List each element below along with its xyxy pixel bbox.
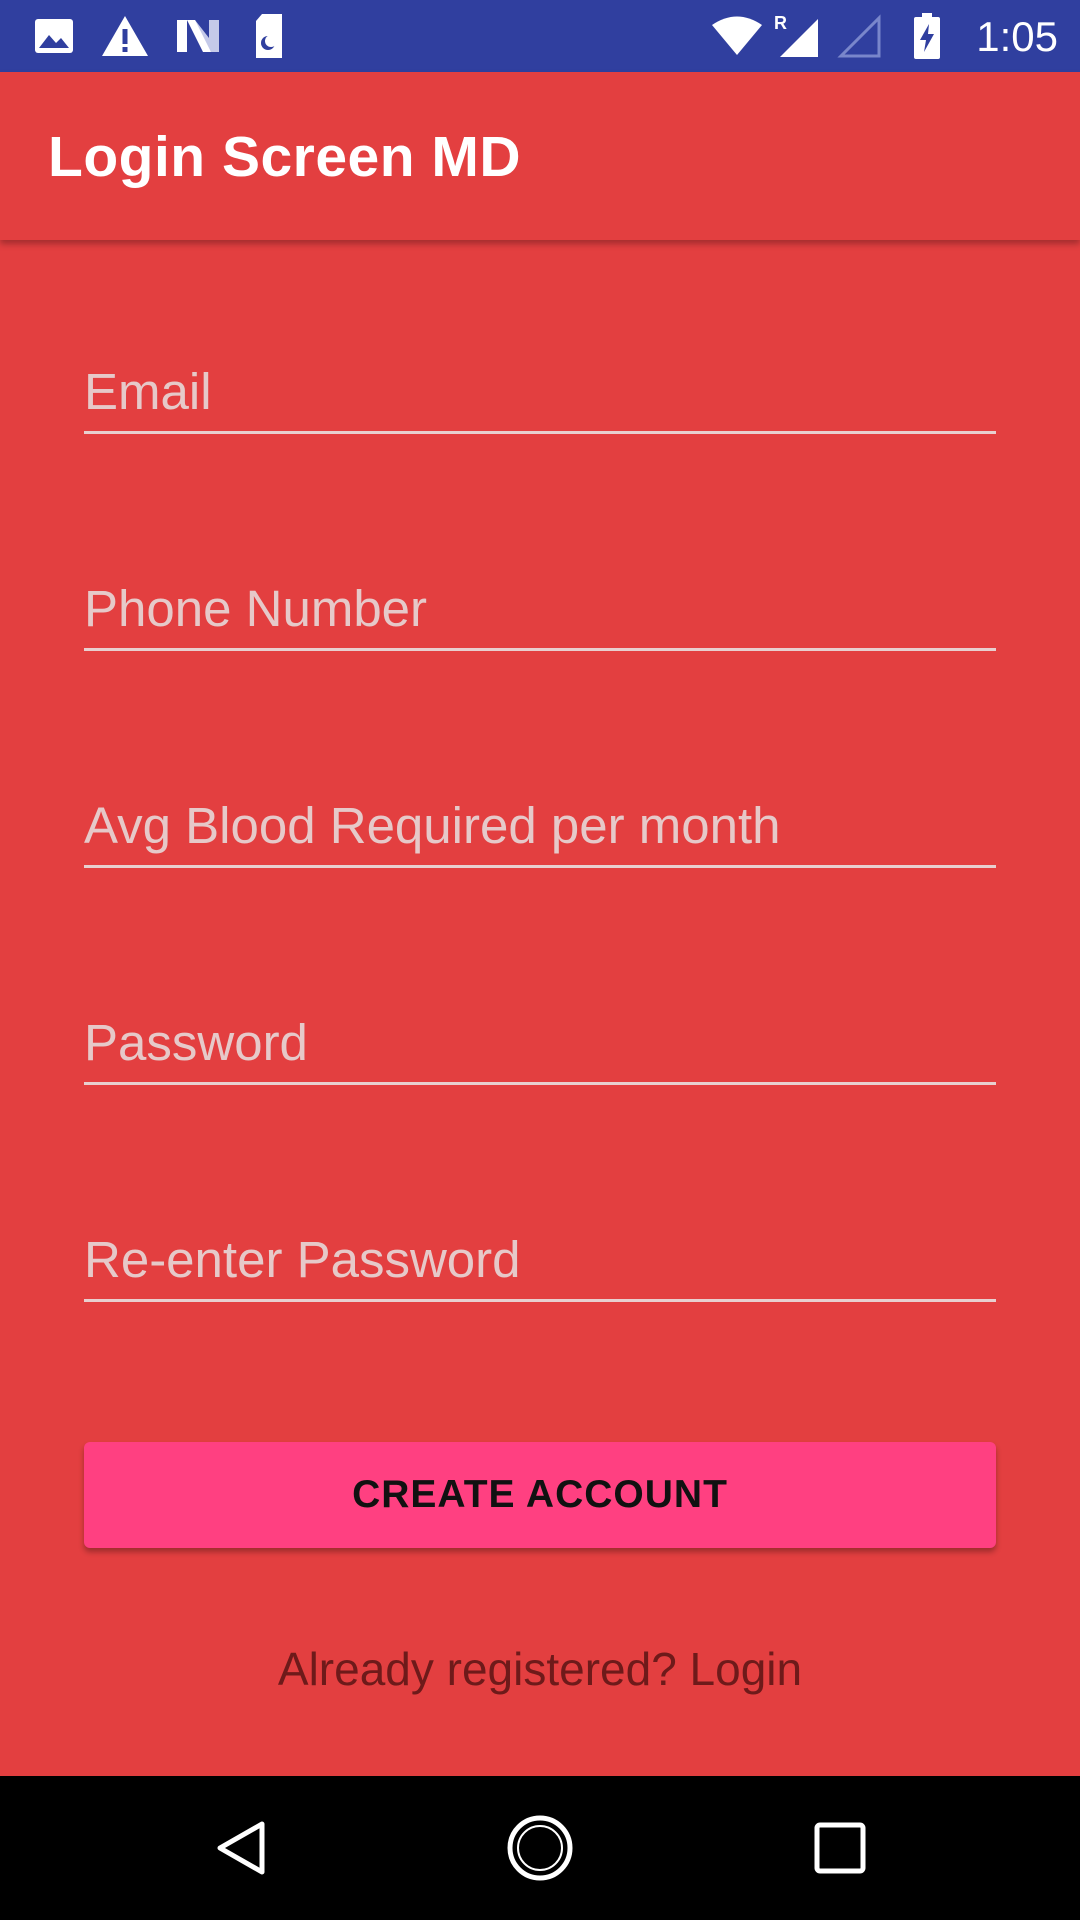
avg-blood-field[interactable]	[84, 796, 996, 855]
blood-field-container	[84, 772, 996, 868]
signal-roaming-icon: R	[774, 12, 820, 60]
phone-field-container	[84, 555, 996, 651]
password-field-container	[84, 989, 996, 1085]
app-title: Login Screen MD	[48, 125, 522, 189]
battery-charging-icon	[910, 12, 944, 60]
svg-text:R: R	[774, 13, 787, 33]
status-bar: R 1:05	[0, 0, 1080, 72]
gallery-icon	[32, 12, 76, 60]
wifi-icon	[710, 12, 764, 60]
nav-bar	[0, 1776, 1080, 1920]
signal-empty-icon	[836, 12, 882, 60]
warning-icon	[100, 12, 150, 60]
login-link[interactable]: Already registered? Login	[0, 1642, 1080, 1696]
reenter-password-field[interactable]	[84, 1230, 996, 1289]
create-account-button[interactable]: CREATE ACCOUNT	[84, 1442, 996, 1548]
reenter-password-field-container	[84, 1206, 996, 1302]
back-icon[interactable]	[206, 1812, 278, 1884]
app-bar: Login Screen MD	[0, 72, 1080, 240]
sd-card-icon	[252, 12, 286, 60]
recents-icon[interactable]	[804, 1812, 876, 1884]
email-field-container	[84, 338, 996, 434]
phone-number-field[interactable]	[84, 579, 996, 638]
email-field[interactable]	[84, 362, 996, 421]
status-time: 1:05	[976, 13, 1058, 60]
password-field[interactable]	[84, 1013, 996, 1072]
n-icon	[174, 12, 222, 60]
home-icon[interactable]	[504, 1812, 576, 1884]
